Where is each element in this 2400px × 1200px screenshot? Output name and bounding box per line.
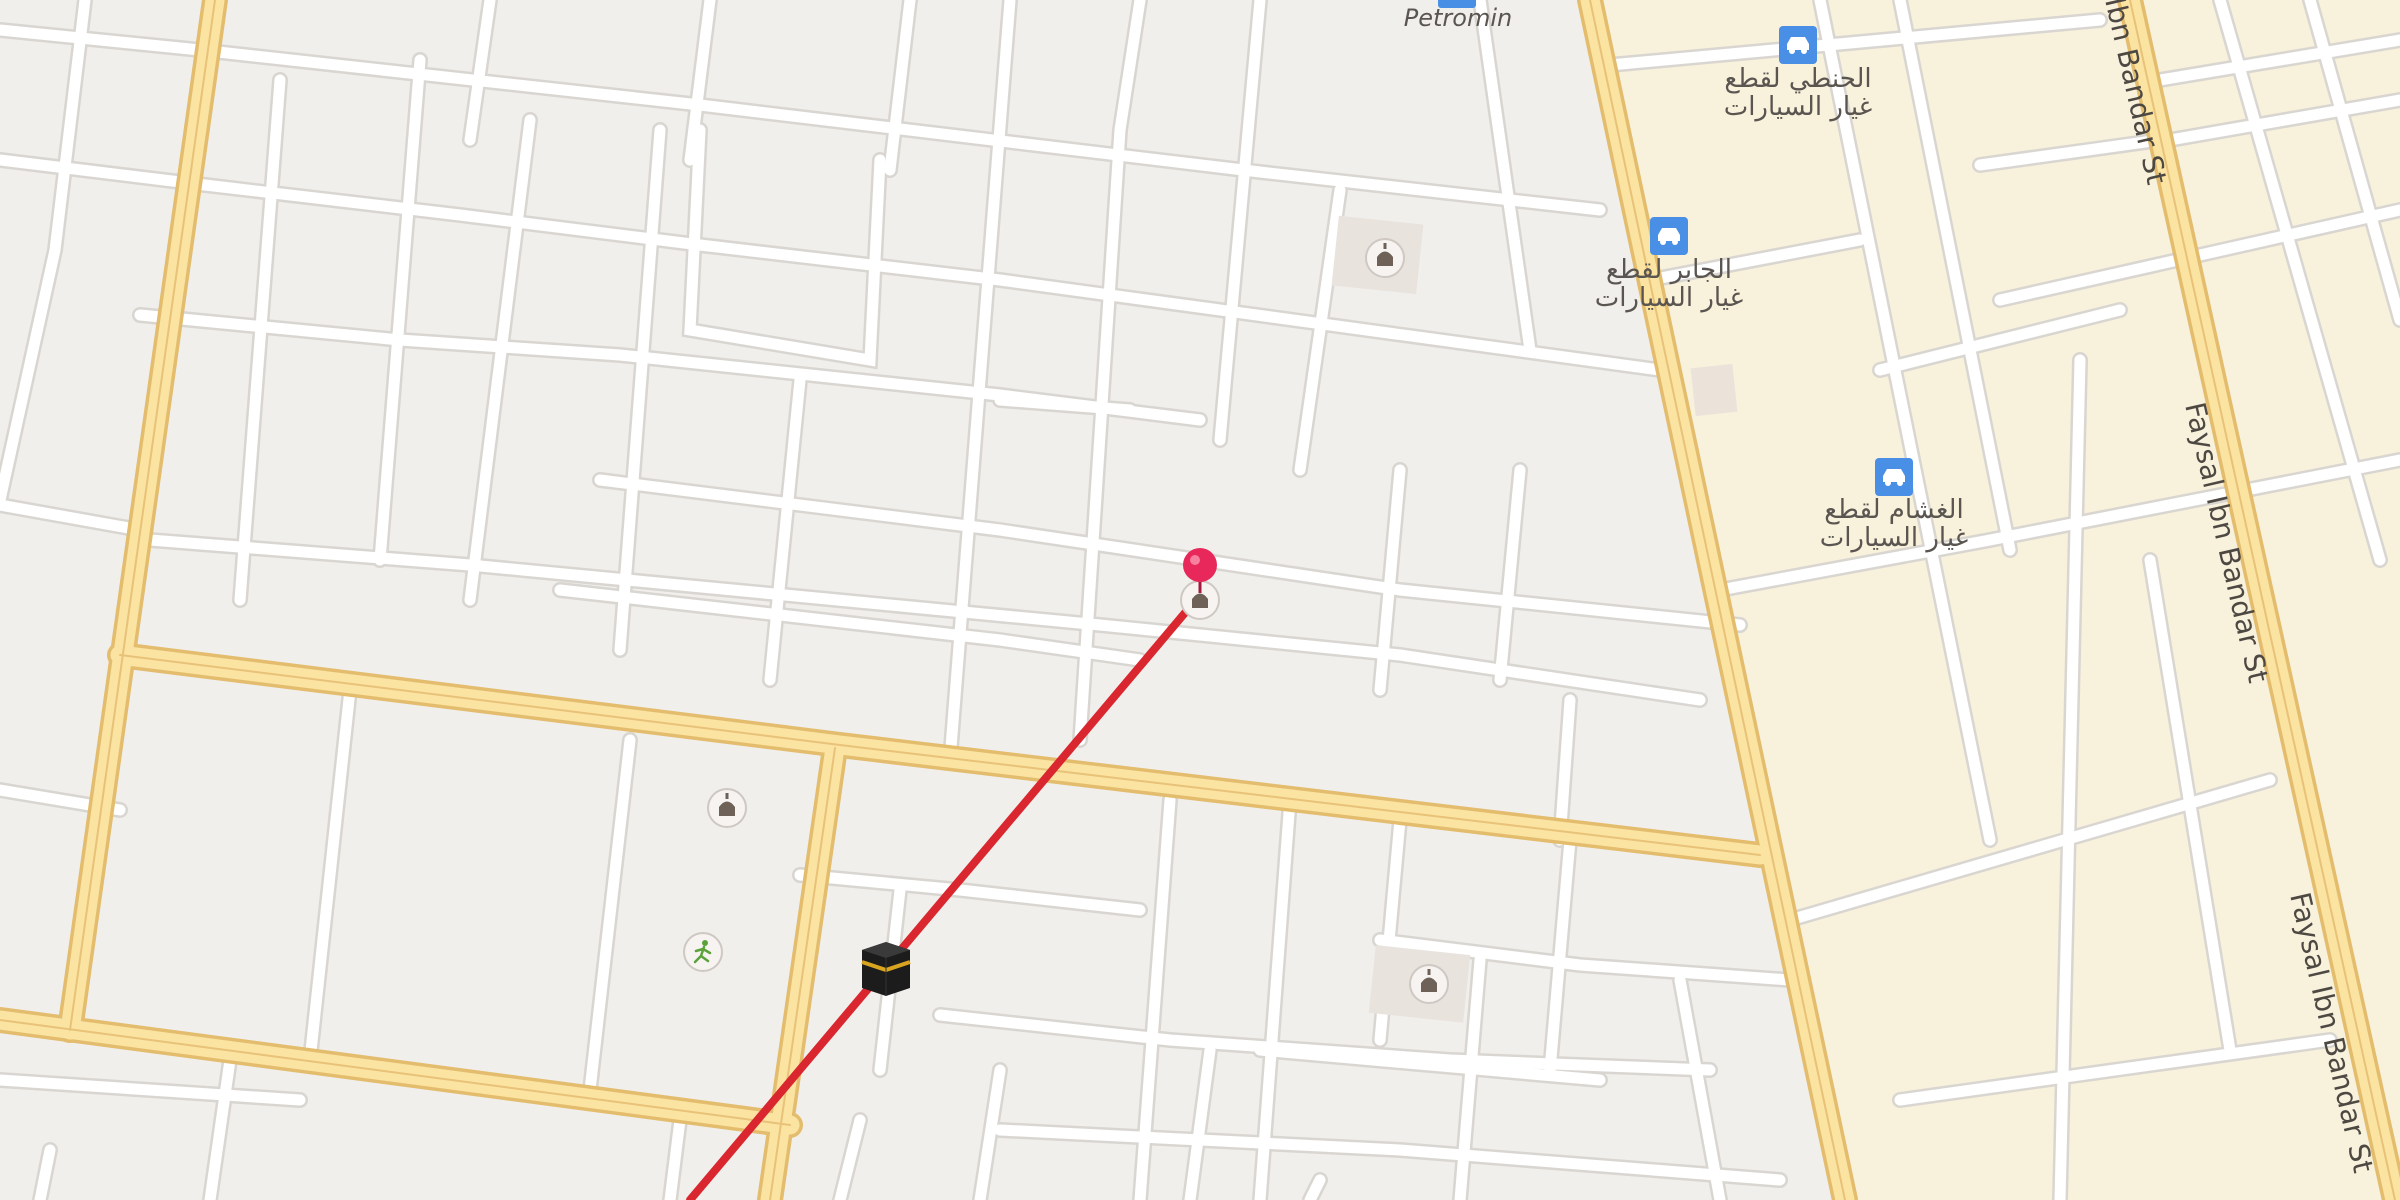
car-icon[interactable] xyxy=(1779,26,1817,64)
person-walking-icon[interactable] xyxy=(683,932,723,972)
mosque-icon[interactable] xyxy=(1409,964,1449,1004)
car-icon[interactable] xyxy=(1650,217,1688,255)
mosque-icon[interactable] xyxy=(1365,238,1405,278)
poi-label-shop3-line2: غيار السيارات xyxy=(1820,523,1969,553)
car-icon[interactable] xyxy=(1875,458,1913,496)
poi-label-shop2-line1: الجابر لقطع xyxy=(1606,255,1732,285)
poi-label-shop1-line1: الحنطي لقطع xyxy=(1724,64,1871,94)
poi-label-shop3-line1: الغشام لقطع xyxy=(1824,495,1963,525)
mosque-icon[interactable] xyxy=(707,788,747,828)
building-footprint xyxy=(1690,363,1738,417)
poi-label-shop1-line2: غيار السيارات xyxy=(1724,92,1873,122)
poi-label-petromin: Petromin xyxy=(1404,4,1512,32)
poi-label-shop2-line2: غيار السيارات xyxy=(1595,283,1744,313)
kaaba-icon[interactable] xyxy=(861,942,911,996)
map-canvas[interactable]: Petromin الحنطي لقطع غيار السيارات الجاب… xyxy=(0,0,2400,1200)
